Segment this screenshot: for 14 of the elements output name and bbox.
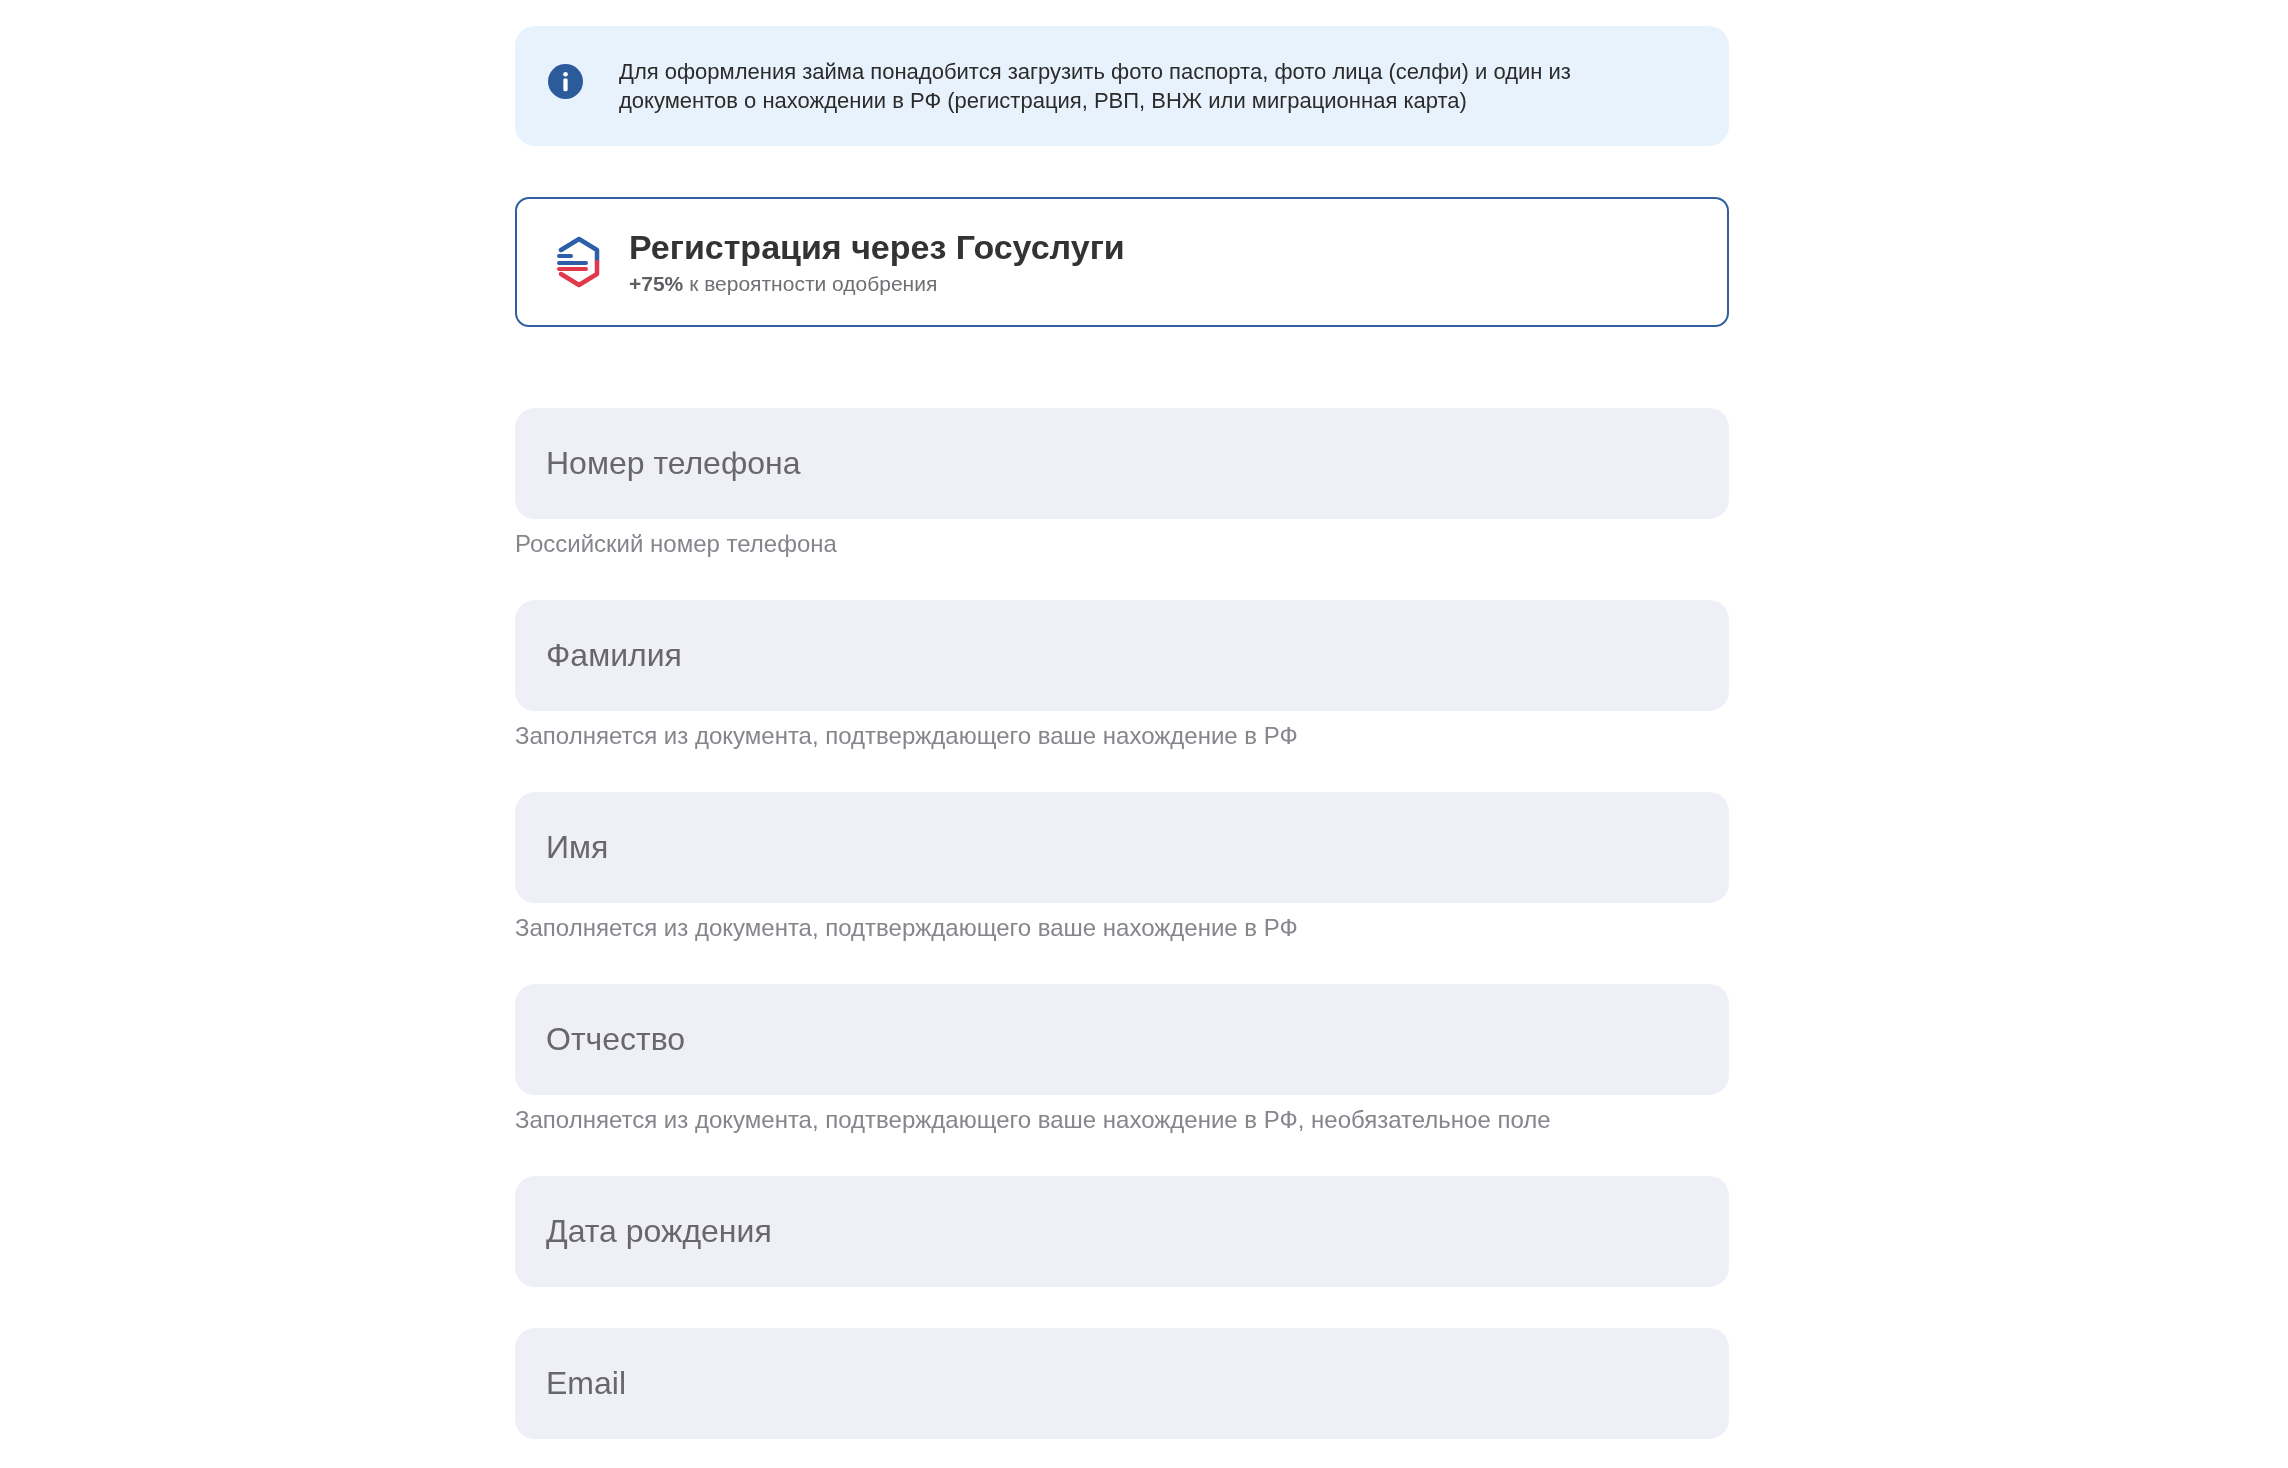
input-field[interactable]: Отчество [515, 984, 1729, 1095]
input-field[interactable]: Номер телефона [515, 408, 1729, 519]
field-hint: Российский номер телефона [515, 529, 837, 559]
info-text: Для оформления займа понадобится загрузить фото паспорта, фото лица (селфи) и один из документов о нахождении в РФ (регистрация, РВП, ВНЖ или миграционная карта) [619, 58, 1572, 115]
hexagon-logo-icon [556, 236, 602, 288]
input-field[interactable]: Имя [515, 792, 1729, 903]
gosuslugi-button[interactable]: Регистрация через Госуслуги +75% к вероятности одобрения [515, 197, 1729, 327]
info-icon [548, 64, 583, 99]
input-field[interactable]: Email [515, 1328, 1729, 1439]
field-hint: Заполняется из документа, подтверждающего ваше нахождение в РФ, необязательное поле [515, 1105, 1551, 1135]
field-hint: Заполняется из документа, подтверждающего ваше нахождение в РФ [515, 913, 1298, 943]
input-field[interactable]: Дата рождения [515, 1176, 1729, 1287]
field-hint: Заполняется из документа, подтверждающего ваше нахождение в РФ [515, 721, 1298, 751]
input-field[interactable]: Фамилия [515, 600, 1729, 711]
